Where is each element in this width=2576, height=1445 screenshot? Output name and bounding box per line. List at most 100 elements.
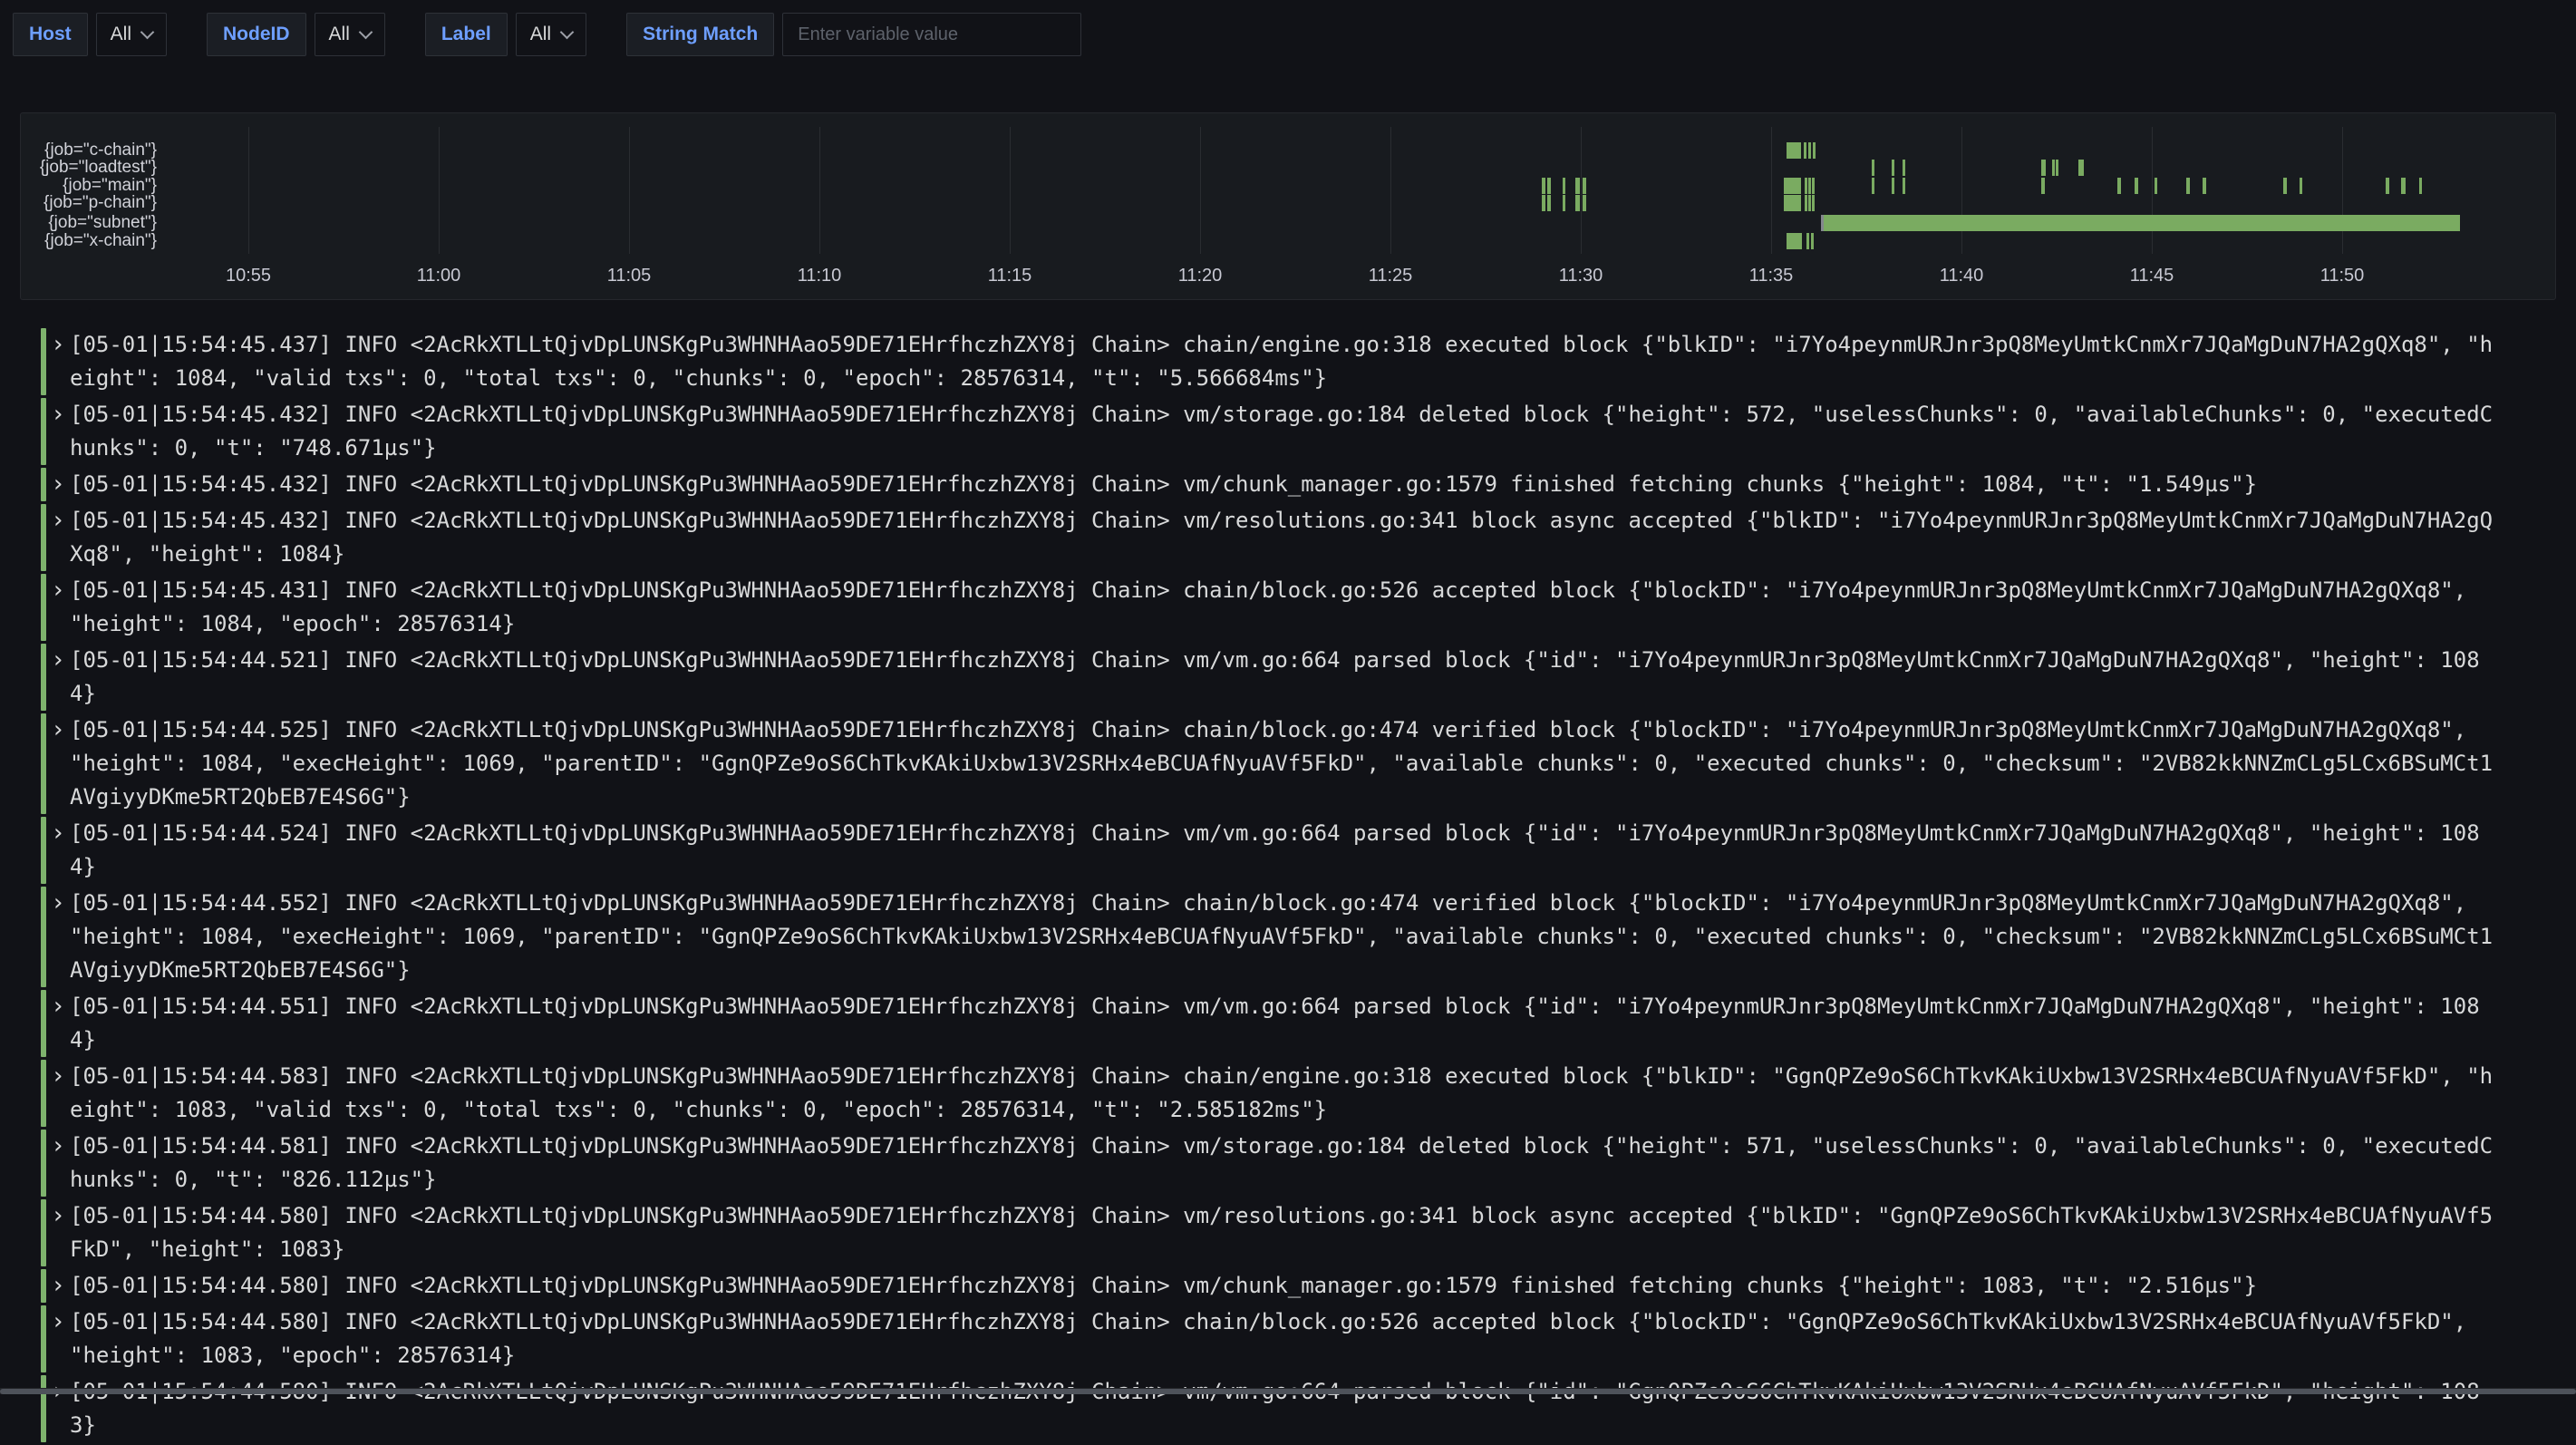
- time-axis-label: 11:15: [988, 266, 1032, 286]
- log-row[interactable]: ›[05-01|15:54:44.524] INFO <2AcRkXTLLtQj…: [41, 817, 2570, 884]
- expand-log-chevron-icon[interactable]: ›: [46, 504, 70, 571]
- log-event-mark: [1892, 178, 1894, 194]
- log-volume-panel: 10:5511:0011:0511:1011:1511:2011:2511:30…: [20, 112, 2556, 300]
- expand-log-chevron-icon[interactable]: ›: [46, 398, 70, 465]
- log-event-mark: [1811, 233, 1814, 249]
- log-event-mark: [1903, 178, 1905, 194]
- variable-value-host: All: [111, 24, 131, 45]
- time-axis-label: 11:45: [2130, 266, 2174, 286]
- log-row[interactable]: ›[05-01|15:54:44.581] INFO <2AcRkXTLLtQj…: [41, 1130, 2570, 1197]
- log-event-mark: [2419, 178, 2422, 194]
- expand-log-chevron-icon[interactable]: ›: [46, 1060, 70, 1127]
- log-event-mark: [2117, 178, 2121, 194]
- expand-log-chevron-icon[interactable]: ›: [46, 1375, 70, 1442]
- variable-group-nodeid: NodeID All: [207, 13, 385, 56]
- logs-panel: ›[05-01|15:54:45.437] INFO <2AcRkXTLLtQj…: [41, 328, 2570, 1445]
- log-row[interactable]: ›[05-01|15:54:45.432] INFO <2AcRkXTLLtQj…: [41, 468, 2570, 501]
- log-event-mark: [1787, 233, 1802, 249]
- log-row[interactable]: ›[05-01|15:54:44.583] INFO <2AcRkXTLLtQj…: [41, 1060, 2570, 1127]
- log-message: [05-01|15:54:44.552] INFO <2AcRkXTLLtQjv…: [70, 887, 2493, 987]
- expand-log-chevron-icon[interactable]: ›: [46, 574, 70, 641]
- log-event-mark: [2056, 160, 2058, 176]
- log-message: [05-01|15:54:45.431] INFO <2AcRkXTLLtQjv…: [70, 574, 2493, 641]
- time-axis-label: 11:10: [798, 266, 842, 286]
- horizontal-scrollbar[interactable]: [0, 1388, 2576, 1394]
- log-row[interactable]: ›[05-01|15:54:44.580] INFO <2AcRkXTLLtQj…: [41, 1375, 2570, 1442]
- log-event-mark: [2041, 160, 2046, 176]
- expand-log-chevron-icon[interactable]: ›: [46, 887, 70, 987]
- log-event-mark: [1542, 195, 1545, 211]
- series-labels: {job="c-chain"} {job="loadtest"} {job="m…: [21, 113, 157, 299]
- log-message: [05-01|15:54:45.432] INFO <2AcRkXTLLtQjv…: [70, 468, 2493, 501]
- variable-value-label: All: [530, 24, 551, 45]
- log-row[interactable]: ›[05-01|15:54:44.525] INFO <2AcRkXTLLtQj…: [41, 713, 2570, 814]
- expand-log-chevron-icon[interactable]: ›: [46, 1130, 70, 1197]
- log-message: [05-01|15:54:44.580] INFO <2AcRkXTLLtQjv…: [70, 1199, 2493, 1266]
- variable-group-host: Host All: [13, 13, 167, 56]
- log-row[interactable]: ›[05-01|15:54:45.432] INFO <2AcRkXTLLtQj…: [41, 398, 2570, 465]
- log-message: [05-01|15:54:44.583] INFO <2AcRkXTLLtQjv…: [70, 1060, 2493, 1127]
- log-event-mark: [1808, 142, 1811, 159]
- expand-log-chevron-icon[interactable]: ›: [46, 1305, 70, 1372]
- log-row[interactable]: ›[05-01|15:54:45.437] INFO <2AcRkXTLLtQj…: [41, 328, 2570, 395]
- log-message: [05-01|15:54:45.437] INFO <2AcRkXTLLtQjv…: [70, 328, 2493, 395]
- variable-label-string-match: String Match: [626, 13, 774, 56]
- log-row[interactable]: ›[05-01|15:54:44.580] INFO <2AcRkXTLLtQj…: [41, 1269, 2570, 1303]
- log-event-mark: [1872, 160, 1874, 176]
- log-row[interactable]: ›[05-01|15:54:44.580] INFO <2AcRkXTLLtQj…: [41, 1305, 2570, 1372]
- log-row[interactable]: ›[05-01|15:54:44.580] INFO <2AcRkXTLLtQj…: [41, 1199, 2570, 1266]
- expand-log-chevron-icon[interactable]: ›: [46, 328, 70, 395]
- time-axis-label: 11:40: [1940, 266, 1984, 286]
- log-event-mark: [1563, 195, 1565, 211]
- time-axis-label: 11:35: [1749, 266, 1794, 286]
- log-row[interactable]: ›[05-01|15:54:44.552] INFO <2AcRkXTLLtQj…: [41, 887, 2570, 987]
- log-event-mark: [1784, 178, 1801, 194]
- log-row[interactable]: ›[05-01|15:54:44.551] INFO <2AcRkXTLLtQj…: [41, 990, 2570, 1057]
- variable-select-host[interactable]: All: [96, 13, 167, 56]
- log-event-mark: [2203, 178, 2206, 194]
- log-event-mark: [1872, 178, 1874, 194]
- expand-log-chevron-icon[interactable]: ›: [46, 1199, 70, 1266]
- log-row[interactable]: ›[05-01|15:54:45.431] INFO <2AcRkXTLLtQj…: [41, 574, 2570, 641]
- log-event-mark: [2186, 178, 2190, 194]
- horizontal-scrollbar-thumb[interactable]: [0, 1389, 2576, 1394]
- chart-gridline: [1771, 127, 1772, 254]
- log-event-mark: [1812, 195, 1815, 211]
- variable-select-label[interactable]: All: [516, 13, 586, 56]
- log-message: [05-01|15:54:44.580] INFO <2AcRkXTLLtQjv…: [70, 1375, 2493, 1442]
- log-event-mark: [1542, 178, 1545, 194]
- log-event-mark: [2135, 178, 2138, 194]
- log-message: [05-01|15:54:44.581] INFO <2AcRkXTLLtQjv…: [70, 1130, 2493, 1197]
- log-event-mark: [2041, 178, 2045, 194]
- log-row[interactable]: ›[05-01|15:54:45.432] INFO <2AcRkXTLLtQj…: [41, 504, 2570, 571]
- log-row[interactable]: ›[05-01|15:54:44.521] INFO <2AcRkXTLLtQj…: [41, 644, 2570, 711]
- log-event-mark: [1583, 178, 1586, 194]
- log-event-mark: [1575, 178, 1580, 194]
- variable-select-nodeid[interactable]: All: [315, 13, 385, 56]
- expand-log-chevron-icon[interactable]: ›: [46, 644, 70, 711]
- expand-log-chevron-icon[interactable]: ›: [46, 1269, 70, 1303]
- log-event-mark: [2401, 178, 2406, 194]
- time-axis-label: 10:55: [226, 266, 271, 286]
- chart-gridline: [629, 127, 630, 254]
- time-axis-label: 11:00: [417, 266, 461, 286]
- expand-log-chevron-icon[interactable]: ›: [46, 990, 70, 1057]
- log-event-mark: [1547, 178, 1551, 194]
- log-event-mark: [2283, 178, 2287, 194]
- expand-log-chevron-icon[interactable]: ›: [46, 713, 70, 814]
- log-event-mark: [1892, 160, 1894, 176]
- log-event-mark: [2078, 160, 2084, 176]
- series-label-x-chain: {job="x-chain"}: [21, 232, 157, 250]
- log-event-mark: [1784, 195, 1801, 211]
- plot-area[interactable]: 10:5511:0011:0511:1011:1511:2011:2511:30…: [21, 113, 2555, 299]
- chart-gridline: [2342, 127, 2343, 254]
- log-message: [05-01|15:54:44.525] INFO <2AcRkXTLLtQjv…: [70, 713, 2493, 814]
- variable-group-label: Label All: [425, 13, 586, 56]
- chart-gridline: [1581, 127, 1582, 254]
- time-axis-label: 11:50: [2320, 266, 2365, 286]
- variable-label-nodeid: NodeID: [207, 13, 306, 56]
- expand-log-chevron-icon[interactable]: ›: [46, 468, 70, 501]
- string-match-input[interactable]: [782, 13, 1081, 56]
- variable-group-string-match: String Match: [626, 13, 1081, 56]
- expand-log-chevron-icon[interactable]: ›: [46, 817, 70, 884]
